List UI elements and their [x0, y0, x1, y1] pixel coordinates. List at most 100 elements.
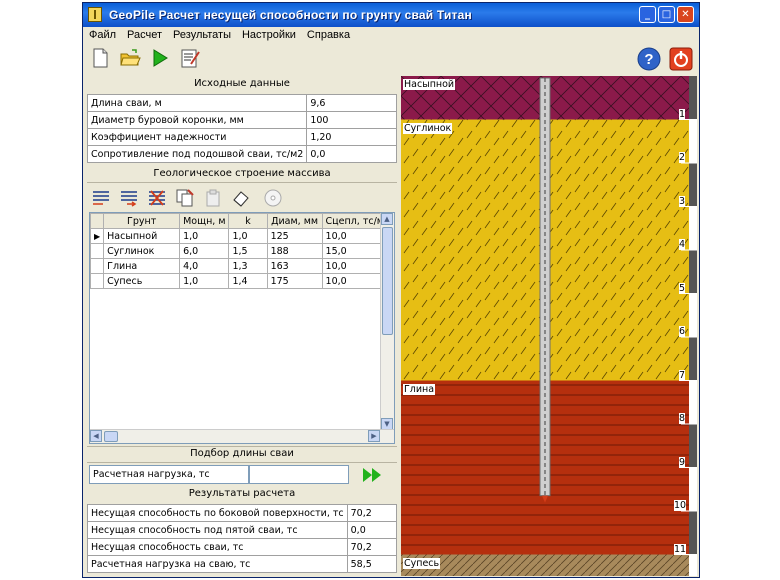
input-row: Длина сваи, м 9,6: [86, 94, 397, 112]
depth-label: 2: [679, 152, 686, 163]
cell-thickness[interactable]: 4,0: [179, 258, 230, 274]
cell-diameter[interactable]: 125: [266, 228, 323, 244]
cell-diameter[interactable]: 188: [266, 243, 323, 259]
ruler-segment: [689, 76, 697, 120]
depth-label: 10: [674, 500, 687, 511]
cell-thickness[interactable]: 1,0: [179, 228, 230, 244]
row-selector: [90, 258, 105, 274]
result-label: Несущая способность под пятой сваи, тс: [87, 521, 348, 539]
run-icon[interactable]: [149, 47, 171, 69]
row-selector: [90, 273, 105, 289]
scroll-left-icon[interactable]: ◀: [90, 430, 102, 442]
scroll-up-icon[interactable]: ▲: [381, 213, 393, 225]
horizontal-scrollbar[interactable]: ◀ ▶: [90, 429, 394, 443]
horizontal-scroll-thumb[interactable]: [104, 431, 118, 442]
open-folder-icon[interactable]: [119, 47, 141, 69]
geology-header-row: Грунт Мощн, м k Диам, мм Сцепл, тс/м2: [90, 213, 394, 229]
row-selector-arrow: ▶: [90, 228, 105, 244]
fast-forward-icon[interactable]: [361, 465, 383, 485]
toolbar: ?: [83, 44, 699, 76]
exit-icon[interactable]: [669, 47, 693, 71]
tip-resistance-field[interactable]: 0,0: [306, 145, 397, 163]
paste-icon[interactable]: [203, 188, 223, 208]
ruler-segment: [689, 163, 697, 207]
vertical-scroll-thumb[interactable]: [382, 227, 393, 335]
row-selector: [90, 243, 105, 259]
table-row[interactable]: Глина 4,0 1,3 163 10,0: [90, 258, 394, 274]
cell-soil[interactable]: Супесь: [103, 273, 181, 289]
col-thickness[interactable]: Мощн, м: [179, 213, 230, 229]
col-soil[interactable]: Грунт: [103, 213, 181, 229]
depth-label: 9: [679, 456, 686, 468]
delete-row-icon[interactable]: [147, 188, 167, 208]
soil-layer-label: Глина: [403, 383, 436, 395]
insert-row-icon[interactable]: [91, 188, 111, 208]
disc-icon[interactable]: [263, 188, 283, 208]
cell-k[interactable]: 1,0: [228, 228, 268, 244]
results-title: Результаты расчета: [188, 488, 296, 499]
depth-label: 3: [679, 195, 686, 207]
title-bar[interactable]: GeoPile Расчет несущей способности по гр…: [83, 3, 699, 27]
cell-diameter[interactable]: 175: [266, 273, 323, 289]
eraser-icon[interactable]: [231, 188, 251, 208]
col-diameter[interactable]: Диам, мм: [266, 213, 323, 229]
input-row: Диаметр буровой коронки, мм 100: [86, 111, 397, 129]
reliability-field[interactable]: 1,20: [306, 128, 397, 146]
results-table: Несущая способность по боковой поверхнос…: [87, 504, 398, 573]
pile-length-title: Подбор длины сваи: [190, 448, 294, 459]
col-k[interactable]: k: [228, 213, 268, 229]
result-label: Несущая способность по боковой поверхнос…: [87, 504, 348, 522]
depth-label: 8: [679, 413, 686, 424]
add-row-icon[interactable]: [119, 188, 139, 208]
menu-settings[interactable]: Настройки: [236, 27, 301, 41]
copy-icon[interactable]: [175, 188, 195, 208]
cell-thickness[interactable]: 1,0: [179, 273, 230, 289]
menu-bar: Файл Расчет Результаты Настройки Справка: [83, 27, 699, 44]
design-load-input[interactable]: [249, 465, 349, 484]
menu-calc[interactable]: Расчет: [121, 27, 167, 41]
table-row[interactable]: ▶ Насыпной 1,0 1,0 125 10,0: [90, 228, 394, 244]
soil-layer-label: Суглинок: [403, 122, 453, 134]
depth-label: 11: [674, 543, 687, 555]
cell-k[interactable]: 1,4: [228, 273, 268, 289]
menu-help[interactable]: Справка: [301, 27, 355, 41]
menu-file[interactable]: Файл: [83, 27, 121, 41]
scroll-right-icon[interactable]: ▶: [368, 430, 380, 442]
cell-soil[interactable]: Суглинок: [103, 243, 181, 259]
soil-layer-hatch: [401, 554, 689, 576]
table-row[interactable]: Суглинок 6,0 1,5 188 15,0: [90, 243, 394, 259]
help-icon[interactable]: ?: [637, 47, 661, 71]
soil-profile-view: [401, 76, 697, 576]
geology-grid: Грунт Мощн, м k Диам, мм Сцепл, тс/м2 ▶ …: [89, 212, 395, 444]
input-row: Сопротивление под подошвой сваи, тс/м2 0…: [86, 145, 397, 163]
left-panel: Исходные данные Длина сваи, м 9,6 Диамет…: [86, 76, 398, 576]
close-button[interactable]: ✕: [677, 6, 694, 23]
vertical-scrollbar[interactable]: ▲ ▼: [380, 213, 394, 431]
input-data-table: Длина сваи, м 9,6 Диаметр буровой коронк…: [86, 94, 397, 163]
main-window: GeoPile Расчет несущей способности по гр…: [82, 2, 700, 578]
depth-label: 4: [679, 239, 686, 250]
depth-label: 7: [679, 369, 686, 381]
cell-thickness[interactable]: 6,0: [179, 243, 230, 259]
cell-soil[interactable]: Насыпной: [103, 228, 181, 244]
input-label: Диаметр буровой коронки, мм: [86, 111, 308, 129]
cell-k[interactable]: 1,5: [228, 243, 268, 259]
bit-diameter-field[interactable]: 100: [306, 111, 397, 129]
minimize-button[interactable]: _: [639, 6, 656, 23]
result-row: Несущая способность по боковой поверхнос…: [87, 504, 398, 522]
cell-diameter[interactable]: 163: [266, 258, 323, 274]
report-icon[interactable]: [179, 47, 201, 69]
cell-soil[interactable]: Глина: [103, 258, 181, 274]
new-document-icon[interactable]: [89, 47, 111, 69]
table-row[interactable]: Супесь 1,0 1,4 175 10,0: [90, 273, 394, 289]
maximize-button[interactable]: □: [658, 6, 675, 23]
input-label: Длина сваи, м: [86, 94, 308, 112]
depth-label: 6: [679, 326, 686, 337]
app-icon[interactable]: [88, 7, 102, 22]
result-label: Несущая способность сваи, тс: [87, 538, 348, 556]
menu-results[interactable]: Результаты: [167, 27, 236, 41]
cell-k[interactable]: 1,3: [228, 258, 268, 274]
divider: [87, 182, 397, 183]
input-label: Сопротивление под подошвой сваи, тс/м2: [86, 145, 308, 163]
pile-length-field[interactable]: 9,6: [306, 94, 397, 112]
